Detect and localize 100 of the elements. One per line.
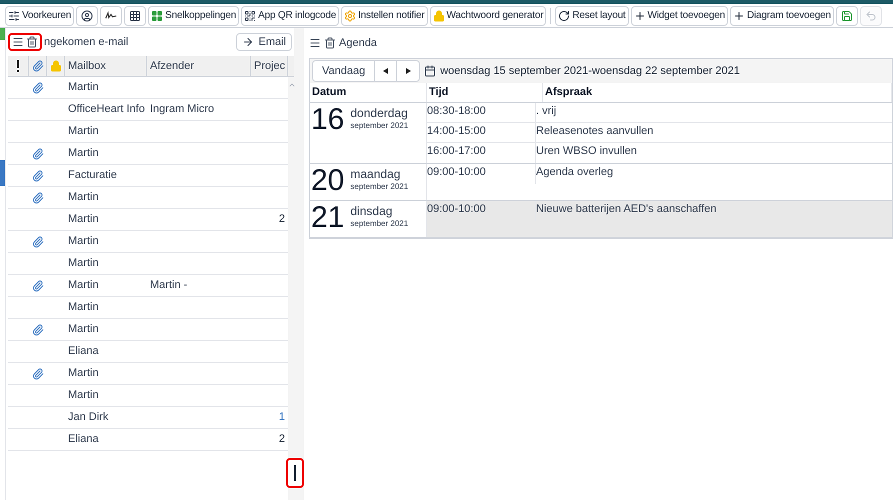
email-row[interactable]: Martin [8, 121, 288, 143]
email-row[interactable]: Martin [8, 187, 288, 209]
time-cell: 09:00-10:00 [427, 203, 486, 215]
appointment-cell[interactable]: Nieuwe batterijen AED's aanschaffen [536, 203, 716, 215]
lock-icon [432, 10, 445, 22]
toolbar-button[interactable]: Instellen notifier [341, 6, 428, 26]
email-row[interactable]: Martin [8, 77, 288, 99]
email-row[interactable]: Martin [8, 297, 288, 319]
email-row[interactable]: Martin [8, 385, 288, 407]
calendar-icon [424, 65, 436, 77]
column-header[interactable]: Afzender [147, 56, 251, 76]
table-cell: Eliana [68, 433, 99, 446]
weekday: dinsdag [350, 204, 394, 218]
plus-icon [732, 10, 745, 22]
table-cell: Martin [68, 301, 99, 314]
signature-icon [105, 10, 118, 22]
toolbar-button[interactable]: App QR inlogcode [241, 6, 340, 26]
exclamation-icon [16, 60, 20, 72]
toolbar-button[interactable]: Reset layout [555, 6, 629, 26]
month-label: september 2021 [350, 218, 408, 230]
table-cell: Martin [68, 81, 99, 94]
table-cell: 1 [278, 411, 285, 424]
reset-icon [558, 10, 570, 22]
arrow-right-icon [242, 36, 254, 48]
email-row[interactable]: Eliana [8, 341, 288, 363]
toolbar-button[interactable]: Snelkoppelingen [148, 6, 240, 26]
table-cell: Martin [68, 323, 99, 336]
email-row[interactable]: Jan Dirk 1 [8, 407, 288, 429]
table-cell: Martin - [150, 279, 188, 292]
triangle-left-icon [382, 68, 389, 74]
email-row[interactable]: Martin Martin - [8, 275, 288, 297]
toolbar-button[interactable]: Voorkeuren [5, 6, 74, 26]
table-cell: Eliana [68, 345, 99, 358]
column-header[interactable]: Projec [251, 56, 288, 76]
toolbar-button[interactable]: Widget toevoegen [630, 6, 728, 26]
appointment-cell[interactable]: Agenda overleg [536, 166, 614, 178]
undo-icon [864, 10, 877, 22]
gear-icon [344, 10, 356, 22]
table-cell: Martin [68, 235, 99, 248]
qr-code-icon [244, 10, 256, 22]
table-cell: Martin [68, 125, 99, 138]
scrollbar[interactable] [288, 77, 296, 500]
day-number: 16 [311, 103, 344, 138]
table-cell: Martin [68, 213, 99, 226]
grid-icon [129, 10, 142, 22]
column-header: Tijd [427, 83, 543, 102]
table-cell: Martin [68, 389, 99, 402]
email-row[interactable]: Martin [8, 253, 288, 275]
table-cell: Martin [68, 279, 99, 292]
menu-icon[interactable] [309, 37, 321, 49]
time-cell: 14:00-15:00 [427, 125, 486, 137]
month-label: september 2021 [350, 181, 408, 193]
table-cell: 2 [278, 433, 285, 446]
tiles-icon [151, 10, 164, 22]
user-icon [81, 10, 94, 22]
email-row[interactable]: Martin [8, 319, 288, 341]
save-icon [840, 10, 853, 22]
weekday: donderdag [350, 106, 408, 120]
sliders-icon [8, 10, 20, 22]
table-cell: Facturatie [68, 169, 117, 182]
toolbar-icon-button[interactable] [100, 6, 122, 26]
email-row[interactable]: Martin [8, 363, 288, 385]
time-cell: 08:30-18:00 [427, 105, 486, 117]
table-cell: Ingram Micro [150, 103, 214, 116]
email-row[interactable]: Martin [8, 231, 288, 253]
time-cell: 09:00-10:00 [427, 166, 486, 178]
email-row[interactable]: Martin 2 [8, 209, 288, 231]
menu-icon[interactable] [12, 36, 24, 48]
weekday: maandag [350, 167, 402, 181]
panel-title: ngekomen e-mail [44, 34, 128, 50]
toolbar-icon-button[interactable] [76, 6, 98, 26]
date-range: woensdag 15 september 2021-woensdag 22 september 2021 [440, 64, 740, 79]
table-cell: Jan Dirk [68, 411, 108, 424]
toolbar-button[interactable]: Diagram toevoegen [730, 6, 834, 26]
day-number: 20 [311, 164, 344, 199]
email-row[interactable]: Facturatie [8, 165, 288, 187]
resize-handle[interactable] [286, 458, 304, 488]
appointment-cell[interactable]: Uren WBSO invullen [536, 145, 637, 157]
triangle-right-icon [405, 68, 412, 74]
paperclip-icon [32, 60, 44, 72]
email-row[interactable]: Martin [8, 143, 288, 165]
trash-icon[interactable] [324, 37, 336, 49]
panel-title: Agenda [339, 36, 377, 51]
month-label: september 2021 [350, 120, 408, 132]
toolbar-icon-button[interactable] [124, 6, 146, 26]
column-header[interactable]: Mailbox [65, 56, 147, 76]
appointment-cell[interactable]: Releasenotes aanvullen [536, 125, 654, 137]
trash-icon[interactable] [26, 36, 38, 48]
table-cell: Martin [68, 367, 99, 380]
table-cell: Martin [68, 191, 99, 204]
email-row[interactable]: Eliana 2 [8, 429, 288, 451]
email-row[interactable]: OfficeHeart Info Ingram Micro [8, 99, 288, 121]
lock-icon [50, 60, 62, 72]
day-number: 21 [311, 201, 344, 236]
appointment-cell[interactable]: . vrij [536, 105, 556, 117]
email-button[interactable]: Email [236, 33, 292, 51]
plus-icon [634, 10, 646, 22]
table-cell: OfficeHeart Info [68, 103, 145, 116]
table-cell: Martin [68, 147, 99, 160]
toolbar-button[interactable]: Wachtwoord generator [430, 6, 546, 26]
